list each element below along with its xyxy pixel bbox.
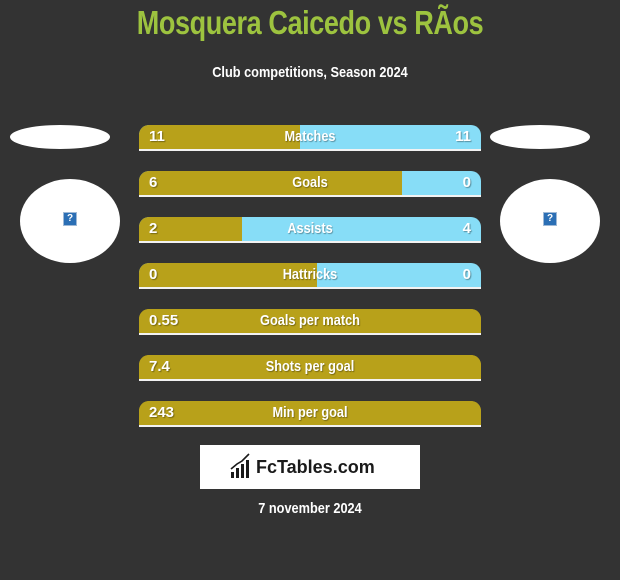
stat-row-goals-per-match: Goals per match 0.55 [139, 309, 481, 335]
page-title: Mosquera Caicedo vs RÃos [136, 4, 484, 41]
subtitle: Club competitions, Season 2024 [212, 64, 408, 81]
stat-row-hattricks: Hattricks 0 0 [139, 263, 481, 289]
right-value: 0 [462, 174, 471, 191]
fctables-logo[interactable]: FcTables.com [200, 445, 420, 489]
unknown-image-icon: ? [543, 212, 557, 226]
left-value: 0 [149, 266, 158, 283]
left-value: 6 [149, 174, 158, 191]
left-value: 0.55 [149, 312, 179, 329]
left-value: 243 [149, 404, 175, 421]
stat-row-shots-per-goal: Shots per goal 7.4 [139, 355, 481, 381]
left-value: 7.4 [149, 358, 170, 375]
left-player-name-placeholder [10, 125, 110, 149]
stat-label: Goals [292, 174, 328, 191]
stat-row-assists: Assists 2 4 [139, 217, 481, 243]
left-value: 2 [149, 220, 158, 237]
bar-chart-logo-icon [230, 453, 250, 478]
date-label: 7 november 2024 [258, 500, 362, 517]
stat-row-goals: Goals 6 0 [139, 171, 481, 197]
stat-label: Min per goal [272, 404, 348, 421]
stat-label: Hattricks [282, 266, 338, 283]
left-value: 11 [149, 128, 165, 145]
right-value: 4 [462, 220, 471, 237]
stat-label: Goals per match [260, 312, 360, 329]
stat-label: Assists [287, 220, 333, 237]
right-value: 0 [462, 266, 471, 283]
right-player-avatar: ? [500, 179, 600, 263]
right-player-name-placeholder [490, 125, 590, 149]
left-player-avatar: ? [20, 179, 120, 263]
logo-text: FcTables.com [256, 457, 375, 477]
unknown-image-icon: ? [63, 212, 77, 226]
stat-label: Matches [284, 128, 336, 145]
stat-label: Shots per goal [265, 358, 355, 375]
stat-row-min-per-goal: Min per goal 243 [139, 401, 481, 427]
right-value: 11 [455, 128, 471, 145]
stat-row-matches: Matches 11 11 [139, 125, 481, 151]
